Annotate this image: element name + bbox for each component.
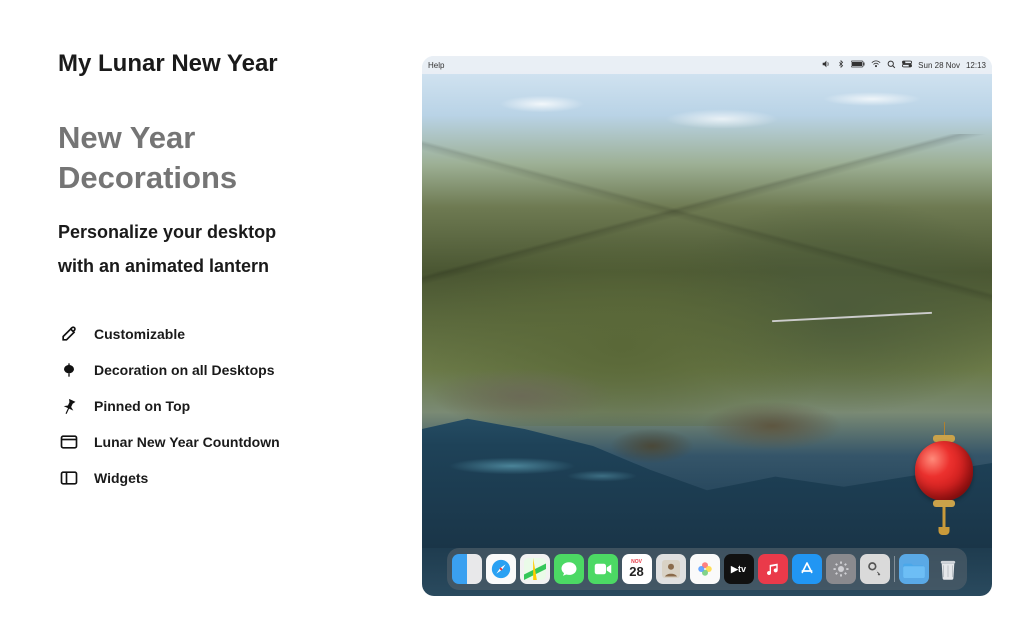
- feature-widgets: Widgets: [58, 467, 402, 489]
- subhead-line-1: Personalize your desktop: [58, 215, 402, 249]
- feature-label: Pinned on Top: [94, 398, 190, 414]
- headline-line-1: New Year: [58, 118, 402, 158]
- macos-desktop: Help: [422, 56, 992, 596]
- volume-icon[interactable]: [821, 59, 831, 71]
- lantern-decoration[interactable]: [914, 422, 974, 532]
- dock[interactable]: NOV 28 ▶tv: [447, 548, 967, 590]
- dock-safari-icon[interactable]: [486, 554, 516, 584]
- pin-icon: [58, 395, 80, 417]
- dock-system-preferences-icon[interactable]: [826, 554, 856, 584]
- dock-keychain-icon[interactable]: [860, 554, 890, 584]
- feature-all-desktops: Decoration on all Desktops: [58, 359, 402, 381]
- wifi-icon[interactable]: [871, 60, 881, 70]
- window-icon: [58, 431, 80, 453]
- headline-line-2: Decorations: [58, 158, 402, 198]
- calendar-day: 28: [629, 565, 643, 578]
- feature-label: Customizable: [94, 326, 185, 342]
- feature-countdown: Lunar New Year Countdown: [58, 431, 402, 453]
- menubar-time[interactable]: 12:13: [966, 61, 986, 70]
- feature-customizable: Customizable: [58, 323, 402, 345]
- tv-label: ▶tv: [731, 564, 746, 575]
- dock-calendar-icon[interactable]: NOV 28: [622, 554, 652, 584]
- marketing-left-panel: My Lunar New Year New Year Decorations P…: [0, 0, 422, 640]
- dock-music-icon[interactable]: [758, 554, 788, 584]
- dock-finder-icon[interactable]: [452, 554, 482, 584]
- bluetooth-icon[interactable]: [837, 59, 845, 71]
- dock-messages-icon[interactable]: [554, 554, 584, 584]
- search-icon[interactable]: [887, 60, 896, 71]
- control-center-icon[interactable]: [902, 60, 912, 70]
- dock-trash-icon[interactable]: [933, 554, 963, 584]
- feature-label: Lunar New Year Countdown: [94, 434, 280, 450]
- feature-pinned-top: Pinned on Top: [58, 395, 402, 417]
- subheadline: Personalize your desktop with an animate…: [58, 215, 402, 283]
- paintbrush-icon: [58, 323, 80, 345]
- feature-label: Decoration on all Desktops: [94, 362, 274, 378]
- dock-contacts-icon[interactable]: [656, 554, 686, 584]
- dock-photos-icon[interactable]: [690, 554, 720, 584]
- wallpaper-water: [442, 436, 662, 496]
- sidebar-icon: [58, 467, 80, 489]
- dock-maps-icon[interactable]: [520, 554, 550, 584]
- screenshot-panel: Help: [422, 0, 1024, 640]
- dock-appstore-icon[interactable]: [792, 554, 822, 584]
- dock-facetime-icon[interactable]: [588, 554, 618, 584]
- dock-separator: [894, 556, 895, 582]
- dock-tv-icon[interactable]: ▶tv: [724, 554, 754, 584]
- lantern-icon: [58, 359, 80, 381]
- menubar[interactable]: Help: [422, 56, 992, 74]
- feature-list: Customizable Decoration on all Desktops …: [58, 323, 402, 489]
- menubar-item-help[interactable]: Help: [428, 61, 444, 70]
- wallpaper-ridges: [422, 134, 992, 334]
- subhead-line-2: with an animated lantern: [58, 249, 402, 283]
- headline: New Year Decorations: [58, 118, 402, 199]
- dock-downloads-folder-icon[interactable]: [899, 554, 929, 584]
- battery-icon[interactable]: [851, 60, 865, 70]
- menubar-date[interactable]: Sun 28 Nov: [918, 61, 960, 70]
- feature-label: Widgets: [94, 470, 148, 486]
- app-title: My Lunar New Year: [58, 50, 402, 78]
